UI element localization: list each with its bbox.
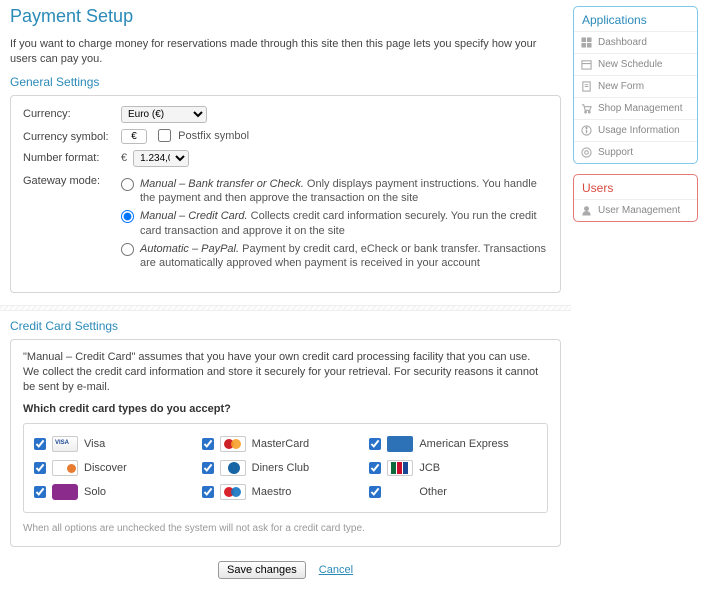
cc-types-grid: Visa MasterCard American Express Discove…	[23, 423, 548, 513]
cc-solo-checkbox[interactable]	[34, 486, 46, 498]
cc-solo[interactable]: Solo	[34, 480, 202, 504]
discover-icon	[52, 460, 78, 476]
other-icon	[387, 484, 413, 500]
amex-icon	[387, 436, 413, 452]
cc-diners[interactable]: Diners Club	[202, 456, 370, 480]
cc-amex-checkbox[interactable]	[369, 438, 381, 450]
mastercard-icon	[220, 436, 246, 452]
cc-maestro[interactable]: Maestro	[202, 480, 370, 504]
user-icon	[581, 205, 592, 216]
section-general: General Settings	[10, 75, 561, 89]
cc-disc-checkbox[interactable]	[34, 462, 46, 474]
section-divider	[0, 305, 571, 311]
sidebar-apps-title: Applications	[574, 7, 697, 31]
sidebar-users: Users User Management	[573, 174, 698, 222]
sidebar-users-title: Users	[574, 175, 697, 199]
cc-discover[interactable]: Discover	[34, 456, 202, 480]
sidebar-item-user-mgmt[interactable]: User Management	[574, 199, 697, 221]
info-icon	[581, 125, 592, 136]
gateway-manual-radio[interactable]	[121, 178, 134, 191]
sidebar-applications: Applications Dashboard New Schedule New …	[573, 6, 698, 164]
page-title: Payment Setup	[10, 6, 561, 27]
cc-dc-checkbox[interactable]	[202, 462, 214, 474]
cc-note: When all options are unchecked the syste…	[23, 523, 548, 534]
label-number: Number format:	[23, 150, 121, 164]
number-format-select[interactable]: 1.234,00	[133, 150, 189, 167]
symbol-input[interactable]	[121, 129, 147, 144]
diners-icon	[220, 460, 246, 476]
general-settings-panel: Currency: Euro (€) Currency symbol: Post…	[10, 95, 561, 294]
cart-icon	[581, 103, 592, 114]
cc-question: Which credit card types do you accept?	[23, 403, 548, 415]
cancel-link[interactable]: Cancel	[319, 564, 353, 576]
label-postfix: Postfix symbol	[178, 130, 249, 142]
cc-visa[interactable]: Visa	[34, 432, 202, 456]
sidebar-item-form[interactable]: New Form	[574, 75, 697, 97]
cc-mastercard[interactable]: MasterCard	[202, 432, 370, 456]
cc-other-checkbox[interactable]	[369, 486, 381, 498]
lifebuoy-icon	[581, 147, 592, 158]
sidebar-item-dashboard[interactable]: Dashboard	[574, 31, 697, 53]
label-symbol: Currency symbol:	[23, 129, 121, 143]
cc-amex[interactable]: American Express	[369, 432, 537, 456]
gateway-manual-text: Manual – Bank transfer or Check. Only di…	[140, 177, 548, 206]
euro-prefix: €	[121, 152, 127, 164]
cc-settings-panel: "Manual – Credit Card" assumes that you …	[10, 339, 561, 547]
gateway-cc-radio[interactable]	[121, 210, 134, 223]
sidebar-item-support[interactable]: Support	[574, 141, 697, 163]
label-gateway: Gateway mode:	[23, 173, 121, 187]
save-button[interactable]: Save changes	[218, 561, 306, 579]
sidebar-item-shop[interactable]: Shop Management	[574, 97, 697, 119]
cc-blurb: "Manual – Credit Card" assumes that you …	[23, 350, 548, 395]
grid-icon	[581, 37, 592, 48]
calendar-icon	[581, 59, 592, 70]
cc-jcb[interactable]: JCB	[369, 456, 537, 480]
cc-other[interactable]: Other	[369, 480, 537, 504]
sidebar-item-usage[interactable]: Usage Information	[574, 119, 697, 141]
cc-jcb-checkbox[interactable]	[369, 462, 381, 474]
postfix-checkbox[interactable]	[158, 129, 171, 142]
gateway-paypal-radio[interactable]	[121, 243, 134, 256]
cc-mae-checkbox[interactable]	[202, 486, 214, 498]
jcb-icon	[387, 460, 413, 476]
visa-icon	[52, 436, 78, 452]
label-currency: Currency:	[23, 106, 121, 120]
section-cc: Credit Card Settings	[10, 319, 561, 333]
currency-select[interactable]: Euro (€)	[121, 106, 207, 123]
gateway-cc-text: Manual – Credit Card. Collects credit ca…	[140, 209, 548, 238]
maestro-icon	[220, 484, 246, 500]
cc-visa-checkbox[interactable]	[34, 438, 46, 450]
sidebar-item-schedule[interactable]: New Schedule	[574, 53, 697, 75]
form-icon	[581, 81, 592, 92]
gateway-paypal-text: Automatic – PayPal. Payment by credit ca…	[140, 242, 548, 271]
solo-icon	[52, 484, 78, 500]
intro-text: If you want to charge money for reservat…	[10, 37, 561, 67]
cc-mc-checkbox[interactable]	[202, 438, 214, 450]
